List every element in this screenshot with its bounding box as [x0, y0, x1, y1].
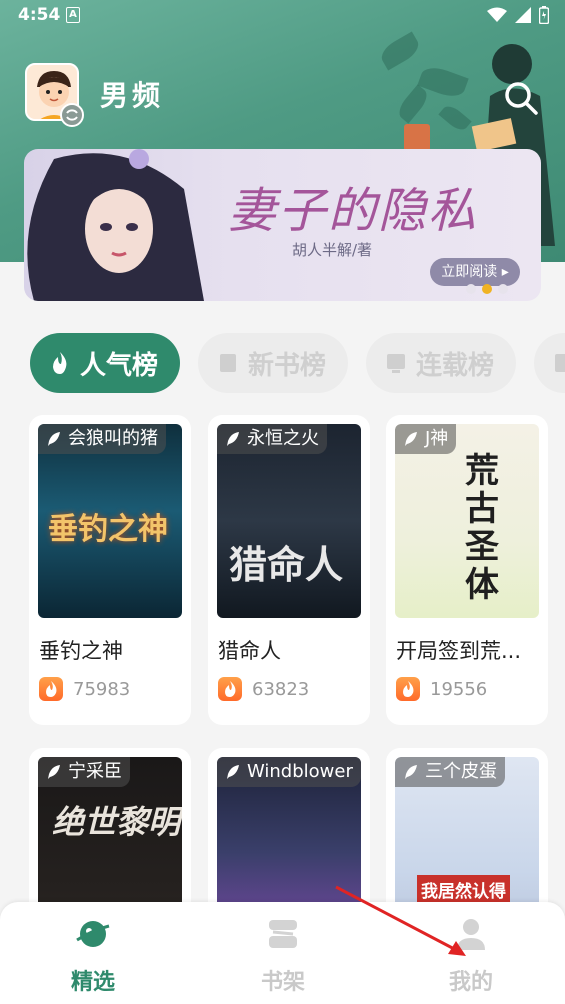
feather-icon: [48, 765, 60, 779]
flame-icon: [53, 352, 67, 374]
banner-girl-illustration: [27, 149, 205, 301]
book-title: 猎命人: [218, 639, 281, 663]
cover-title: 我居然认得: [417, 875, 510, 904]
popularity: 19556: [396, 677, 487, 701]
author-tag: 永恒之火: [217, 424, 327, 454]
nav-mine[interactable]: 我的: [426, 916, 516, 996]
cover-title: 猎命人: [229, 542, 344, 587]
banner-dot[interactable]: [498, 284, 508, 294]
cover-title: 荒古圣体: [465, 451, 499, 605]
banner-dot-active[interactable]: [482, 284, 492, 294]
nav-bookshelf[interactable]: 书架: [238, 916, 328, 996]
banner-pagination: [466, 284, 508, 294]
search-icon: [505, 82, 538, 115]
feather-icon: [405, 765, 417, 779]
cover-title: 绝世黎明: [52, 803, 181, 841]
popularity: 63823: [218, 677, 309, 701]
nav-label: 书架: [260, 970, 305, 995]
banner-author: 胡人半解/著: [292, 241, 373, 259]
tab-more[interactable]: [534, 333, 565, 393]
read-now-button[interactable]: 立即阅读 ▸: [430, 258, 520, 286]
list-icon: [555, 354, 565, 372]
refresh-icon: [66, 109, 78, 121]
search-button[interactable]: [503, 80, 539, 116]
tab-serializing[interactable]: 连载榜: [366, 333, 516, 393]
nav-featured[interactable]: 精选: [48, 916, 138, 996]
decor-leaf: [377, 31, 423, 71]
nav-label: 我的: [448, 970, 493, 995]
status-icons: [487, 6, 549, 24]
user-icon: [457, 919, 485, 950]
author-tag: 会狼叫的猪: [38, 424, 166, 454]
hot-count: 19556: [430, 678, 488, 700]
battery-icon: [539, 6, 549, 24]
author-tag: 宁采臣: [38, 757, 130, 787]
author-tag: Windblower: [217, 757, 361, 787]
book-title: 垂钓之神: [39, 639, 123, 663]
hot-count: 75983: [73, 678, 131, 700]
bottom-navigation: 精选 书架 我的: [0, 902, 565, 1004]
status-time: 4:54: [18, 5, 61, 25]
hot-count: 63823: [252, 678, 310, 700]
book-cover: 垂钓之神 会狼叫的猪: [38, 424, 182, 618]
banner-dot[interactable]: [466, 284, 476, 294]
hot-flame-icon: [39, 677, 63, 701]
author-name: 宁采臣: [68, 761, 122, 782]
hot-flame-icon: [396, 677, 420, 701]
book-cover: 猎命人 永恒之火: [217, 424, 361, 618]
author-name: J神: [425, 428, 449, 449]
cover-title: 垂钓之神: [48, 512, 168, 547]
book-card[interactable]: 猎命人 永恒之火 猎命人 63823: [208, 415, 370, 725]
author-tag: 三个皮蛋: [395, 757, 505, 787]
feather-icon: [227, 765, 239, 779]
feather-icon: [227, 432, 239, 446]
monitor-icon: [387, 354, 405, 373]
author-tag: J神: [395, 424, 457, 454]
tab-label: 新书榜: [248, 350, 327, 381]
book-cover: 荒古圣体 J神: [395, 424, 539, 618]
author-name: 会狼叫的猪: [68, 428, 158, 449]
status-bar: 4:54 A: [0, 0, 565, 32]
feather-icon: [405, 432, 417, 446]
book-card[interactable]: 垂钓之神 会狼叫的猪 垂钓之神 75983: [29, 415, 191, 725]
tab-label: 连载榜: [416, 350, 495, 381]
bookshelf-icon: [269, 920, 297, 948]
author-name: 永恒之火: [247, 428, 319, 449]
tab-popular[interactable]: 人气榜: [30, 333, 180, 393]
tab-new-books[interactable]: 新书榜: [198, 333, 348, 393]
signal-icon: [515, 7, 531, 23]
switch-channel-button[interactable]: [60, 103, 84, 127]
book-icon: [220, 354, 236, 372]
nav-label: 精选: [70, 970, 115, 995]
book-title: 开局签到荒...: [396, 639, 522, 663]
decor-leaf: [438, 102, 472, 134]
rank-tabs: 人气榜 新书榜 连载榜: [30, 333, 565, 393]
banner-title: 妻子的隐私: [228, 183, 479, 239]
popularity: 75983: [39, 677, 130, 701]
feather-icon: [48, 432, 60, 446]
decor-leaf: [394, 84, 432, 124]
hot-flame-icon: [218, 677, 242, 701]
author-name: 三个皮蛋: [425, 761, 497, 782]
promo-banner[interactable]: 妻子的隐私 胡人半解/著 立即阅读 ▸: [24, 149, 541, 301]
featured-planet-icon: [76, 921, 110, 947]
author-name: Windblower: [247, 761, 353, 782]
book-card[interactable]: 荒古圣体 J神 开局签到荒... 19556: [386, 415, 548, 725]
wifi-icon: [487, 7, 507, 22]
tab-label: 人气榜: [80, 350, 159, 381]
channel-title: 男频: [100, 79, 165, 112]
notification-a-icon: A: [66, 7, 80, 23]
